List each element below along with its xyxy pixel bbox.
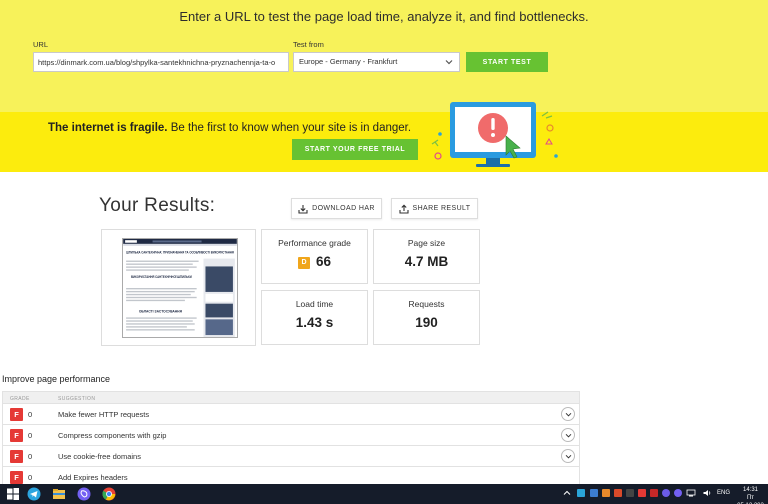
preview-section-heading: ОБЛАСТІ ЗАСТОСУВАННЯ: [139, 310, 183, 314]
banner-text: The internet is fragile. Be the first to…: [48, 122, 411, 134]
column-header-suggestion: SUGGESTION: [58, 396, 96, 402]
volume-icon[interactable]: [702, 488, 712, 498]
table-row[interactable]: F 0 Make fewer HTTP requests: [2, 404, 580, 425]
chrome-icon[interactable]: [101, 486, 117, 502]
tray-app-icon[interactable]: [576, 488, 586, 498]
performance-grade-value: 66: [315, 254, 332, 269]
row-suggestion: Use cookie-free domains: [58, 452, 141, 461]
start-test-button[interactable]: START TEST: [466, 52, 548, 72]
performance-grade-card: Performance grade D 66: [261, 229, 368, 284]
viber-icon[interactable]: [76, 486, 92, 502]
load-time-label: Load time: [295, 299, 334, 309]
improve-performance-title: Improve page performance: [2, 374, 111, 384]
grade-badge-f: F: [10, 450, 23, 463]
clock-time: 14:31: [742, 487, 758, 493]
download-har-button[interactable]: DOWNLOAD HAR: [291, 198, 382, 219]
download-icon: [298, 204, 308, 214]
row-suggestion: Add Expires headers: [58, 473, 128, 482]
download-har-label: DOWNLOAD HAR: [312, 205, 375, 212]
test-form-section: Enter a URL to test the page load time, …: [0, 0, 768, 112]
tray-arrow-icon[interactable]: [562, 488, 572, 498]
row-suggestion: Compress components with gzip: [58, 431, 167, 440]
table-row[interactable]: F 0 Use cookie-free domains: [2, 446, 580, 467]
free-trial-button[interactable]: START YOUR FREE TRIAL: [292, 139, 418, 160]
telegram-icon[interactable]: [26, 486, 42, 502]
table-header: GRADE SUGGESTION: [2, 391, 580, 404]
windows-start-icon[interactable]: [5, 486, 21, 502]
page-screenshot-preview: ШПИЛЬКА САНТЕХНІЧНА: ПРИЗНАЧЕННЯ ТА ОСОБ…: [122, 238, 238, 338]
row-score: 0: [28, 410, 33, 419]
column-header-grade: GRADE: [10, 396, 30, 402]
url-input[interactable]: [33, 52, 289, 72]
network-icon[interactable]: [686, 488, 696, 498]
row-score: 0: [28, 431, 33, 440]
monitor-alert-illustration-icon: [431, 102, 558, 167]
requests-value: 190: [415, 315, 438, 330]
grade-badge-d: D: [297, 257, 310, 269]
load-time-value: 1.43 s: [295, 315, 334, 330]
tray-app-icon[interactable]: [649, 488, 659, 498]
keyboard-language[interactable]: ENG: [717, 490, 730, 496]
taskbar: ENG 14:31 Пт 05.12.202: [0, 484, 768, 504]
chevron-down-icon: [445, 60, 453, 65]
row-suggestion: Make fewer HTTP requests: [58, 410, 150, 419]
url-label: URL: [33, 40, 49, 49]
requests-label: Requests: [408, 299, 445, 309]
grade-badge-f: F: [10, 408, 23, 421]
preview-subheading: ВИКОРИСТАННЯ САНТЕХНІЧНОЇ ШПИЛЬКИ: [131, 274, 192, 279]
performance-grade-label: Performance grade: [278, 238, 351, 248]
tray-app-icon[interactable]: [589, 488, 599, 498]
tray-app-icon[interactable]: [637, 488, 647, 498]
tray-app-icon[interactable]: [625, 488, 635, 498]
expand-row-button[interactable]: [561, 449, 575, 463]
tray-app-icon[interactable]: [673, 488, 683, 498]
share-result-label: SHARE RESULT: [412, 205, 471, 212]
test-location-value: Europe - Germany - Frankfurt: [299, 57, 398, 66]
file-explorer-icon[interactable]: [51, 486, 67, 502]
banner-regular-text: Be the first to know when your site is i…: [167, 122, 412, 134]
expand-row-button[interactable]: [561, 428, 575, 442]
expand-row-button[interactable]: [561, 407, 575, 421]
page-size-label: Page size: [407, 238, 446, 248]
page-size-value: 4.7 MB: [404, 254, 449, 269]
chevron-down-icon: [565, 412, 572, 417]
grade-badge-f: F: [10, 429, 23, 442]
grade-badge-f: F: [10, 471, 23, 484]
share-result-button[interactable]: SHARE RESULT: [391, 198, 478, 219]
load-time-card: Load time 1.43 s: [261, 290, 368, 345]
test-from-label: Test from: [293, 40, 324, 49]
promo-banner: The internet is fragile. Be the first to…: [0, 112, 768, 172]
clock-date: Пт 05.12.202: [737, 495, 764, 504]
share-icon: [398, 204, 409, 214]
page-screenshot-card: ШПИЛЬКА САНТЕХНІЧНА: ПРИЗНАЧЕННЯ ТА ОСОБ…: [101, 229, 256, 346]
page-size-card: Page size 4.7 MB: [373, 229, 480, 284]
row-score: 0: [28, 452, 33, 461]
suggestions-table: GRADE SUGGESTION F 0 Make fewer HTTP req…: [2, 391, 580, 488]
page-heading: Enter a URL to test the page load time, …: [179, 9, 589, 24]
tray-app-icon[interactable]: [601, 488, 611, 498]
results-title: Your Results:: [99, 195, 216, 216]
tray-app-icon[interactable]: [661, 488, 671, 498]
system-clock[interactable]: 14:31 Пт 05.12.202: [733, 486, 768, 504]
chevron-down-icon: [565, 433, 572, 438]
preview-heading: ШПИЛЬКА САНТЕХНІЧНА: ПРИЗНАЧЕННЯ ТА ОСОБ…: [126, 251, 234, 255]
banner-bold-text: The internet is fragile.: [48, 122, 168, 134]
tray-app-icon[interactable]: [613, 488, 623, 498]
table-row[interactable]: F 0 Compress components with gzip: [2, 425, 580, 446]
performance-grade-value-row: D 66: [262, 254, 367, 269]
row-score: 0: [28, 473, 33, 482]
chevron-down-icon: [565, 454, 572, 459]
requests-card: Requests 190: [373, 290, 480, 345]
test-location-select[interactable]: Europe - Germany - Frankfurt: [293, 52, 460, 72]
